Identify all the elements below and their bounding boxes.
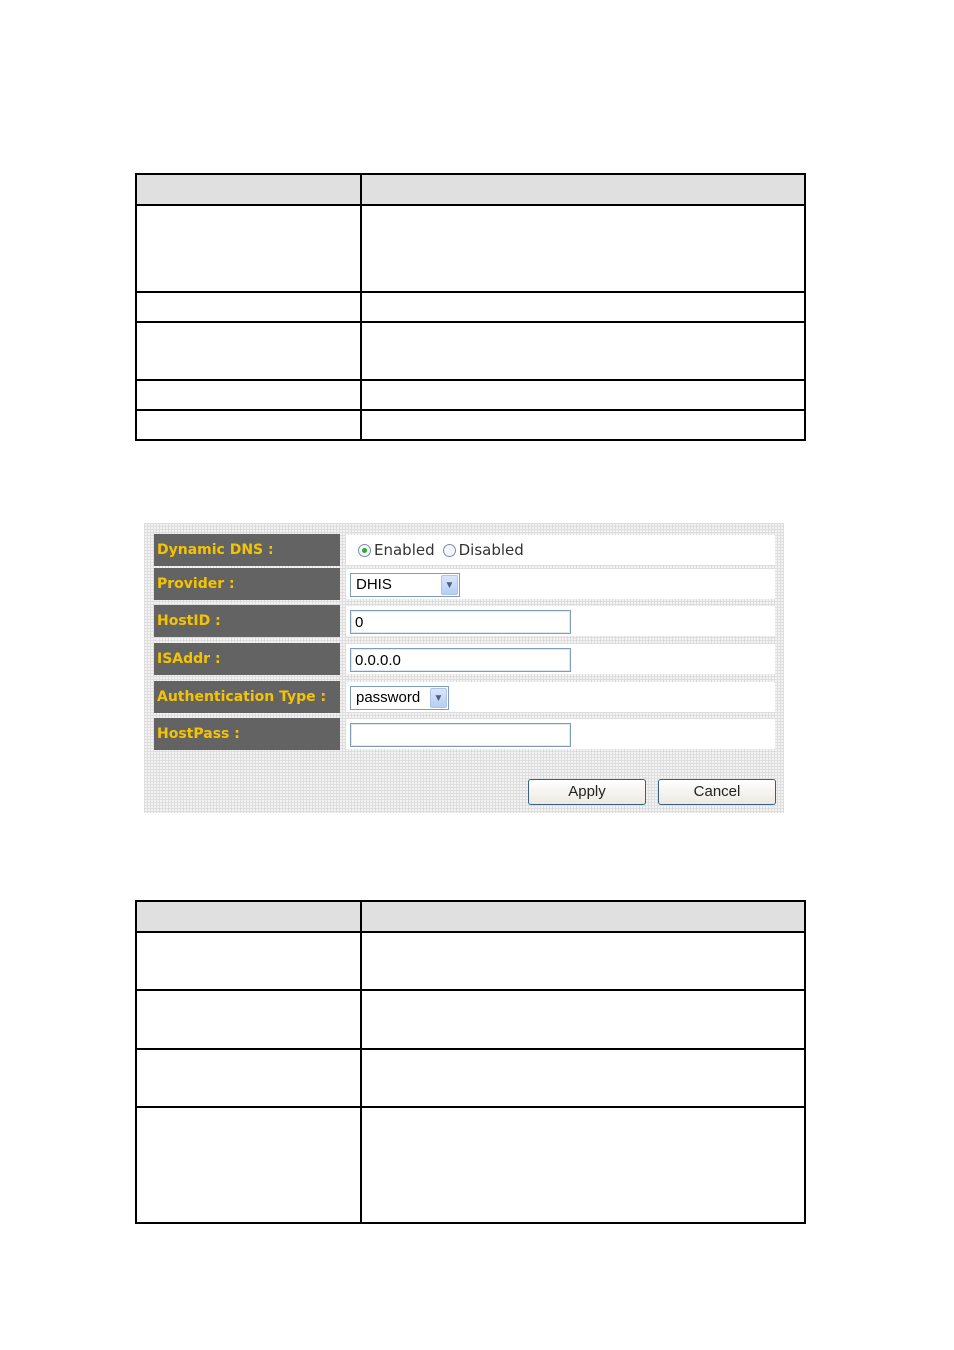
- table-cell: [360, 204, 806, 293]
- isaddr-row: ISAddr :: [154, 643, 775, 675]
- table-row: [135, 931, 806, 991]
- table-cell: [360, 1048, 806, 1108]
- disabled-radio[interactable]: [442, 544, 456, 557]
- hostpass-input[interactable]: [350, 723, 571, 747]
- table-row: [135, 409, 806, 441]
- hostpass-value: [346, 719, 775, 749]
- auth-type-select[interactable]: password ▼: [350, 686, 449, 710]
- table1-header-cell: [360, 173, 806, 206]
- dynamic-dns-value: Enabled Disabled: [346, 535, 775, 565]
- parameter-table-2: [135, 900, 806, 1224]
- table-cell: [360, 931, 806, 991]
- table-row: [135, 379, 806, 411]
- table-cell: [135, 321, 362, 381]
- auth-type-selected-value: password: [356, 689, 421, 706]
- provider-label: Provider :: [154, 568, 340, 600]
- chevron-down-icon[interactable]: ▼: [430, 688, 447, 708]
- table2-header-cell: [360, 900, 806, 933]
- hostid-label: HostID :: [154, 605, 340, 637]
- table-row: [135, 1048, 806, 1108]
- dynamic-dns-label: Dynamic DNS :: [154, 534, 340, 566]
- isaddr-value: [346, 644, 775, 674]
- chevron-down-icon[interactable]: ▼: [441, 575, 458, 595]
- provider-selected-value: DHIS: [356, 576, 392, 593]
- isaddr-label: ISAddr :: [154, 643, 340, 675]
- table-cell: [135, 931, 362, 991]
- isaddr-input[interactable]: [350, 648, 571, 672]
- table2-header-cell: [135, 900, 362, 933]
- table-row: [135, 291, 806, 323]
- dynamic-dns-radio-group: Enabled Disabled: [358, 541, 532, 559]
- hostid-value: [346, 606, 775, 636]
- provider-select[interactable]: DHIS ▼: [350, 573, 460, 597]
- cancel-button[interactable]: Cancel: [658, 779, 776, 805]
- table-row: [135, 204, 806, 293]
- disabled-radio-label[interactable]: Disabled: [459, 541, 524, 559]
- table-cell: [135, 989, 362, 1050]
- hostid-row: HostID :: [154, 605, 775, 637]
- apply-button[interactable]: Apply: [528, 779, 646, 805]
- enabled-radio-label[interactable]: Enabled: [374, 541, 435, 559]
- auth-type-row: Authentication Type : password ▼: [154, 681, 775, 713]
- hostid-input[interactable]: [350, 610, 571, 634]
- ddns-settings-panel: Dynamic DNS : Enabled Disabled Provider :…: [144, 523, 784, 813]
- table-cell: [135, 291, 362, 323]
- table-cell: [360, 291, 806, 323]
- table-cell: [360, 379, 806, 411]
- table-cell: [360, 409, 806, 441]
- dynamic-dns-row: Dynamic DNS : Enabled Disabled: [154, 534, 775, 566]
- table-row: [135, 989, 806, 1050]
- table-row: [135, 321, 806, 381]
- table-cell: [135, 379, 362, 411]
- table-row: [135, 1106, 806, 1224]
- hostpass-row: HostPass :: [154, 718, 775, 750]
- enabled-radio[interactable]: [358, 544, 371, 557]
- table-cell: [360, 989, 806, 1050]
- table1-header-cell: [135, 173, 362, 206]
- table-cell: [135, 409, 362, 441]
- auth-type-value: password ▼: [346, 682, 775, 712]
- parameter-table-1: [135, 173, 806, 441]
- table-cell: [135, 1048, 362, 1108]
- table-cell: [135, 1106, 362, 1224]
- provider-row: Provider : DHIS ▼: [154, 568, 775, 600]
- provider-value: DHIS ▼: [346, 569, 775, 599]
- table-cell: [360, 321, 806, 381]
- auth-type-label: Authentication Type :: [154, 681, 340, 713]
- table-cell: [360, 1106, 806, 1224]
- table-cell: [135, 204, 362, 293]
- hostpass-label: HostPass :: [154, 718, 340, 750]
